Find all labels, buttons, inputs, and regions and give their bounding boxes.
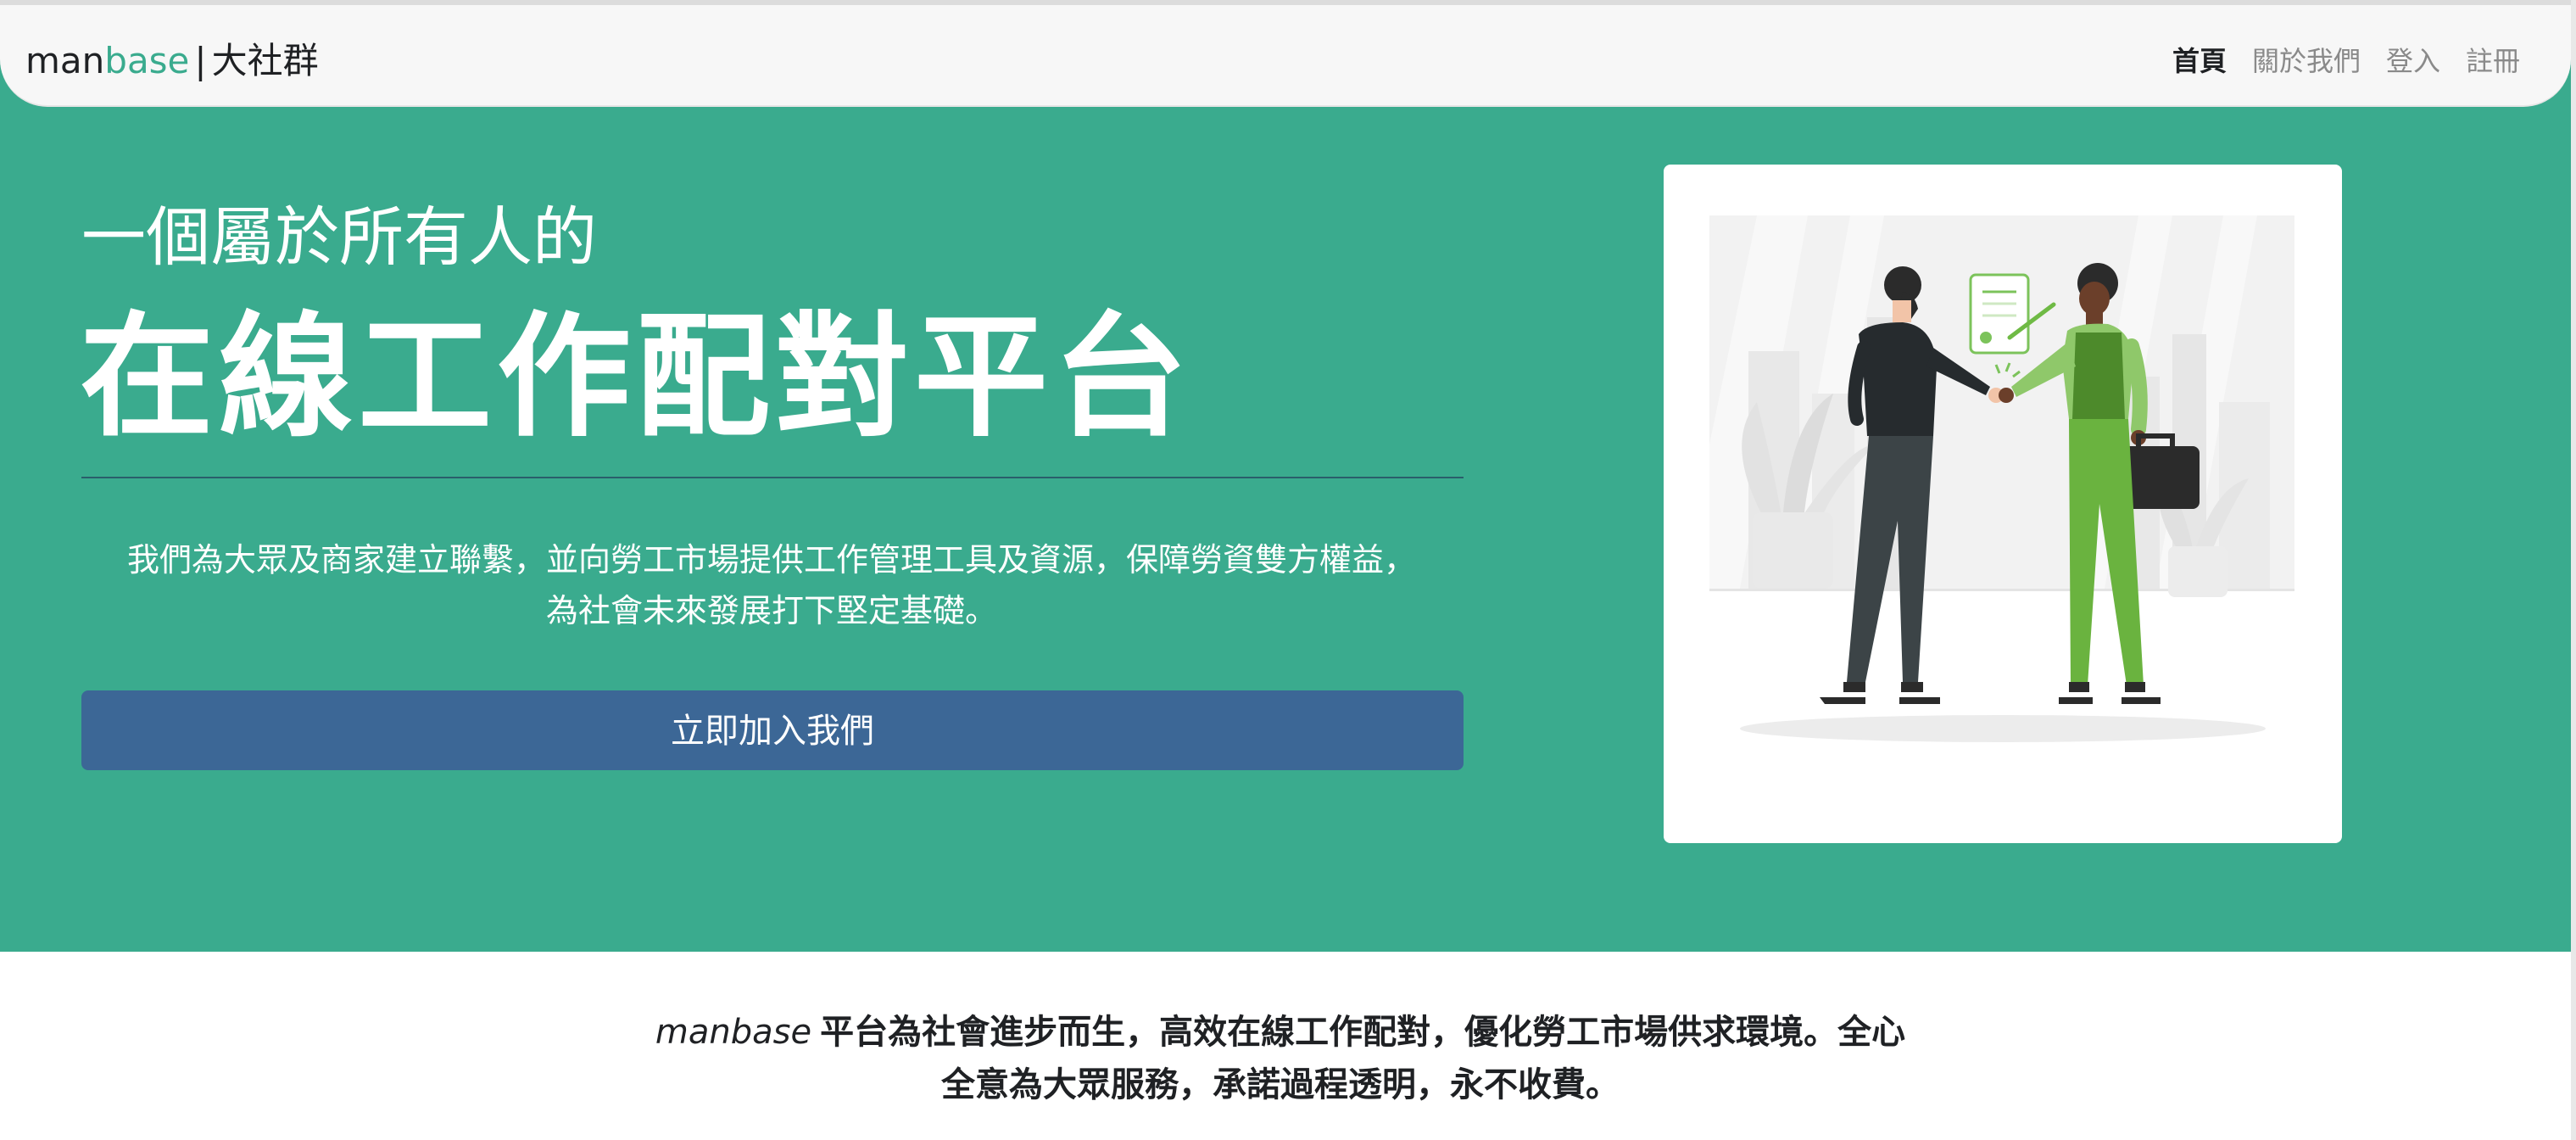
- nav-link-register[interactable]: 註冊: [2466, 42, 2520, 80]
- brand-accent: base: [104, 40, 190, 81]
- tagline: manbase 平台為社會進步而生，高效在線工作配對，優化勞工市場供求環境。全心全…: [644, 1006, 1916, 1111]
- brand-prefix: man: [25, 40, 105, 81]
- tagline-brand: manbase: [655, 1013, 812, 1052]
- navbar: manbase | 大社群 首頁 關於我們 登入 註冊: [0, 5, 2571, 107]
- hero-subtitle: 一個屬於所有人的: [81, 199, 597, 275]
- nav-link-home[interactable]: 首頁: [2172, 42, 2227, 80]
- nav-link-about[interactable]: 關於我們: [2252, 42, 2361, 80]
- tagline-text: 平台為社會進步而生，高效在線工作配對，優化勞工市場供求環境。全心全意為大眾服務，…: [820, 1013, 1906, 1104]
- nav-link-login[interactable]: 登入: [2386, 42, 2440, 80]
- handshake-illustration: [1664, 165, 2342, 843]
- join-us-button[interactable]: 立即加入我們: [81, 690, 1464, 770]
- hero-title: 在線工作配對平台: [80, 299, 1192, 455]
- brand-logo[interactable]: manbase | 大社群: [25, 37, 319, 85]
- scrollbar[interactable]: [2571, 0, 2576, 1140]
- brand-suffix: 大社群: [211, 40, 319, 81]
- hero-divider: [81, 477, 1464, 478]
- hero-description: 我們為大眾及商家建立聯繫，並向勞工市場提供工作管理工具及資源，保障勞資雙方權益，…: [126, 541, 1416, 629]
- nav-links: 首頁 關於我們 登入 註冊: [2172, 42, 2520, 80]
- handshake-illustration-graphic: [1709, 215, 2294, 742]
- brand-separator: |: [194, 40, 207, 81]
